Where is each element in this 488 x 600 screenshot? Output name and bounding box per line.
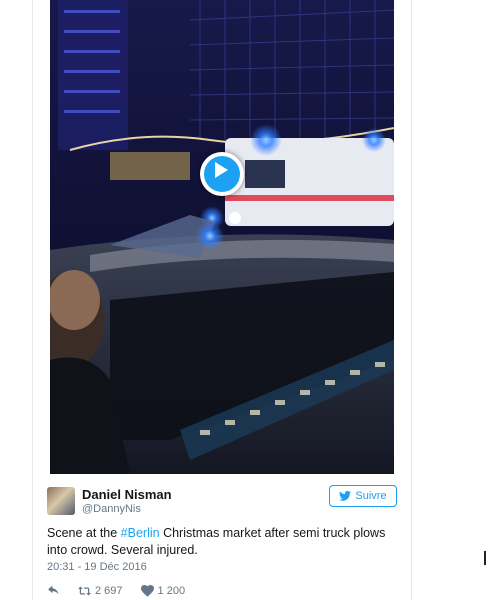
heart-icon [140,585,154,597]
retweet-button[interactable]: 2 697 [78,585,123,597]
reply-icon [48,585,59,595]
like-button[interactable]: 1 200 [140,585,186,597]
tweet-text-start: Scene at the [47,526,121,540]
retweet-count: 2 697 [95,585,123,597]
tweet-header: Daniel Nisman @DannyNis Suivre [33,474,411,522]
avatar[interactable] [47,487,75,515]
tweet-text: Scene at the #Berlin Christmas market af… [47,525,392,559]
tweet-body: Daniel Nisman @DannyNis Suivre Scene at … [33,474,411,597]
play-button[interactable] [200,152,244,196]
follow-label: Suivre [355,490,387,502]
display-name[interactable]: Daniel Nisman [82,487,172,502]
cursor-mark [484,551,486,565]
hashtag-link[interactable]: #Berlin [121,526,160,540]
tweet-actions: 2 697 1 200 [47,583,203,599]
twitter-bird-icon [339,491,352,501]
video-thumbnail [50,0,394,474]
play-icon [215,162,228,178]
tweet-timestamp[interactable]: 20:31 - 19 Déc 2016 [47,561,147,573]
retweet-icon [78,586,91,596]
like-count: 1 200 [157,585,186,597]
tweet-card: Daniel Nisman @DannyNis Suivre Scene at … [32,0,412,600]
reply-button[interactable] [47,585,60,597]
video-player[interactable] [50,0,394,474]
user-handle[interactable]: @DannyNis [82,503,141,515]
follow-button[interactable]: Suivre [329,485,397,507]
